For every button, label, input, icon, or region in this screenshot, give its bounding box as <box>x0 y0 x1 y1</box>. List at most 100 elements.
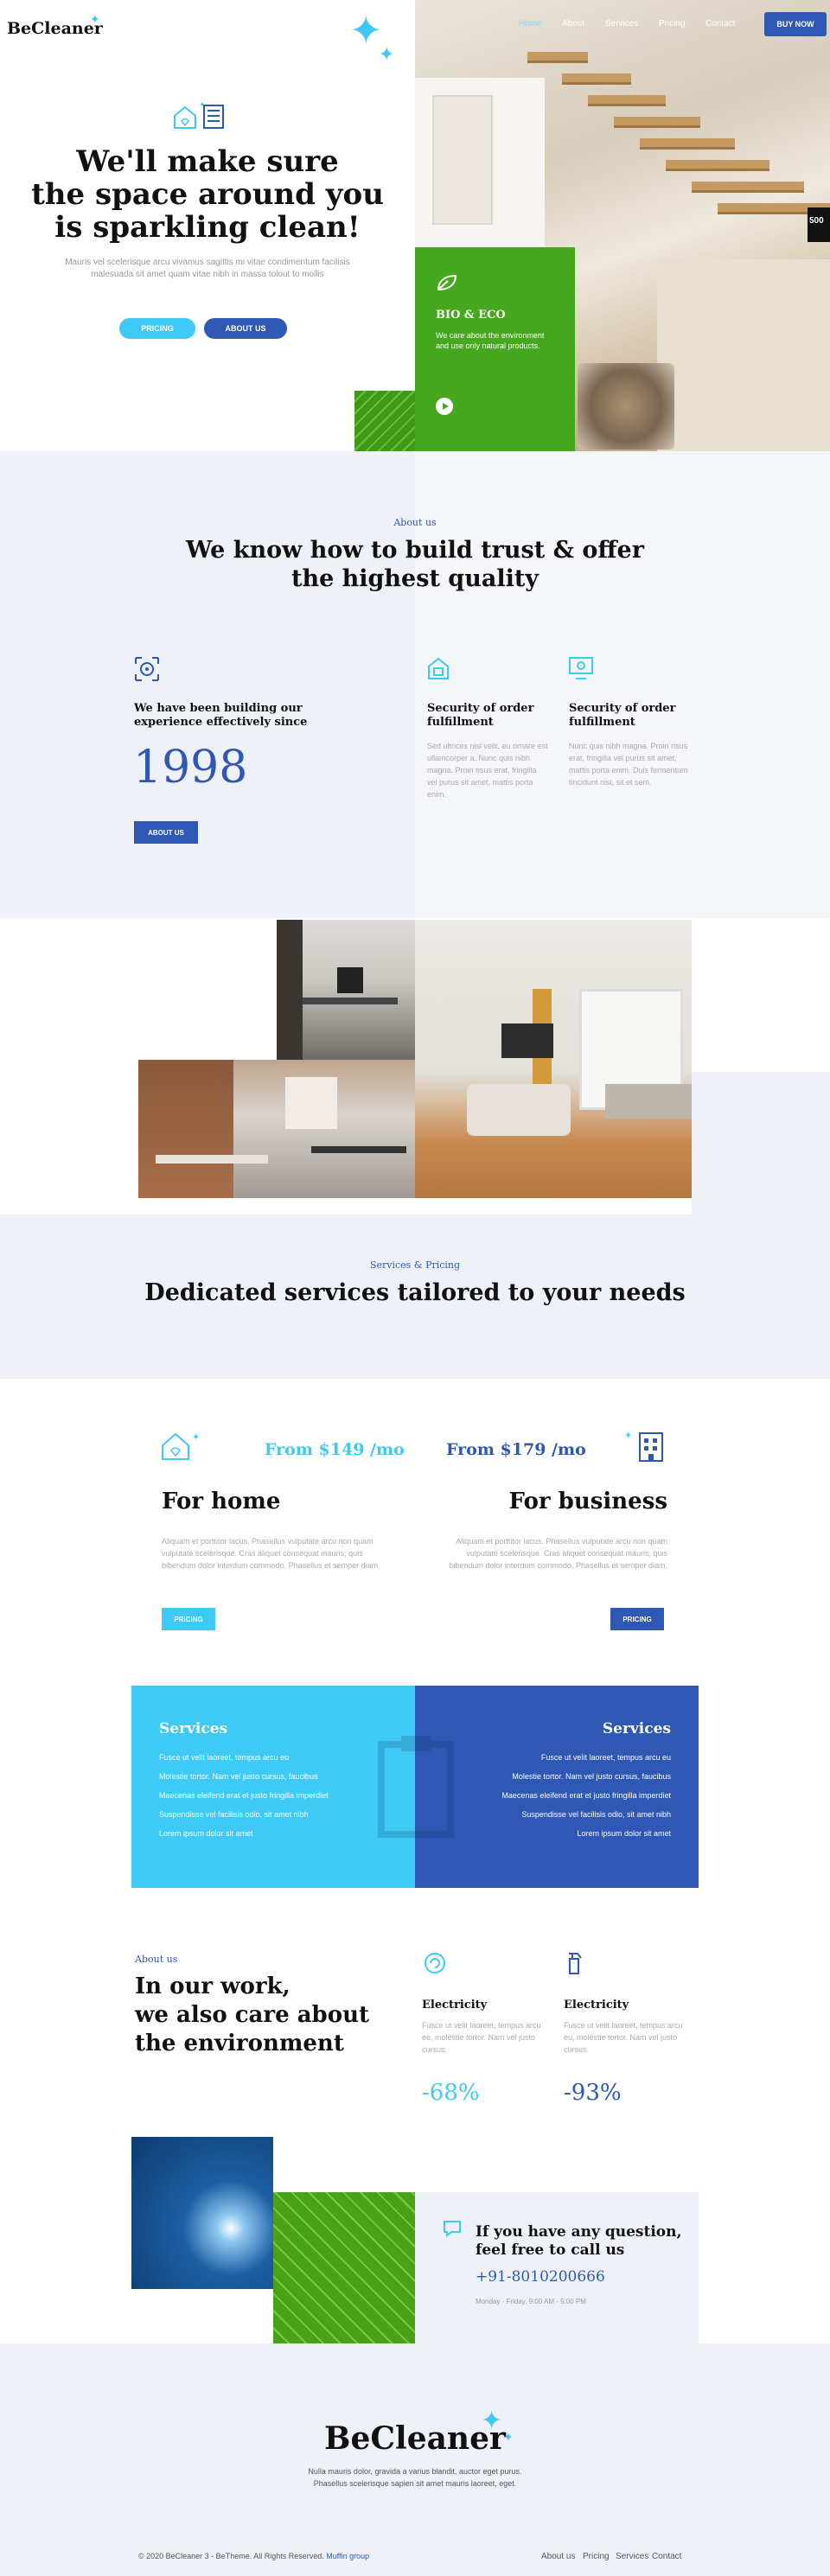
buy-now-button[interactable]: BUY NOW <box>764 12 827 36</box>
footer-text: Nulla mauris dolor, gravida a varius bla… <box>0 2465 830 2490</box>
home-text: Aliquam et porttitor lacus. Phasellus vu… <box>162 1537 380 1570</box>
about-us-button[interactable]: ABOUT US <box>134 821 198 844</box>
svg-text:✦: ✦ <box>192 1432 200 1443</box>
stat-text: Fusce ut velit laoreet, tempus arcu eu, … <box>422 2021 541 2054</box>
leaf-icon <box>436 273 554 296</box>
business-title: For business <box>508 1489 667 1514</box>
feature-text: Nunc quis nibh magna. Proin risus erat, … <box>569 742 688 787</box>
nav-services[interactable]: Services <box>605 19 638 29</box>
about-title-line: We know how to build trust & offer <box>186 537 644 564</box>
footer-text-line: Nulla mauris dolor, gravida a varius bla… <box>308 2467 522 2476</box>
services-box-business: Services Fusce ut velit laoreet, tempus … <box>415 1686 699 1888</box>
env-title-line: we also care about <box>135 2002 369 2028</box>
nav-home[interactable]: Home <box>519 19 542 29</box>
list-item: Molestie tortor. Nam vel justo cursus, f… <box>512 1772 671 1781</box>
about-us-button[interactable]: ABOUT US <box>204 318 287 339</box>
water-image <box>131 2137 273 2289</box>
card-text: We care about the environment and use on… <box>436 331 545 350</box>
hero-title-line: the space around you <box>31 177 384 212</box>
contact-title: If you have any question, feel free to c… <box>476 2223 681 2260</box>
svg-text:✦: ✦ <box>199 100 206 109</box>
copyright-text: © 2020 BeCleaner 3 - BeTheme. All Rights… <box>138 2552 324 2560</box>
list-item: Maecenas eleifend erat et justo fringill… <box>501 1791 671 1800</box>
feature-title: Security of order fulfillment <box>569 702 676 729</box>
home-pricing-button[interactable]: PRICING <box>162 1608 215 1630</box>
hero-title: We'll make sure the space around you is … <box>17 145 398 244</box>
list-item: Fusce ut velit laoreet, tempus arcu eu <box>159 1753 290 1762</box>
year-value: 1998 <box>133 742 248 794</box>
side-badge[interactable]: 500 <box>808 207 830 242</box>
leaf-image <box>354 391 415 451</box>
house-heart-icon: ✦ <box>161 1430 214 1467</box>
play-icon <box>442 403 449 410</box>
hero-subtitle: Mauris vel scelerisque arcu vivamus sagi… <box>65 258 350 279</box>
list-item: Fusce ut velit laoreet, tempus arcu eu <box>540 1753 671 1762</box>
target-icon <box>133 655 161 687</box>
play-button[interactable] <box>436 398 453 415</box>
env-title-line: In our work, <box>135 1973 290 1999</box>
recycle-icon <box>422 1950 448 1980</box>
decor-block <box>692 1072 830 1215</box>
services-list: Fusce ut velit laoreet, tempus arcu eu M… <box>159 1748 387 1843</box>
monitor-icon <box>567 655 595 685</box>
footer <box>0 2343 830 2576</box>
list-item: Suspendisse vel facilisis odio, sit amet… <box>159 1810 309 1819</box>
pricing-button[interactable]: PRICING <box>119 318 195 339</box>
services-title: Dedicated services tailored to your need… <box>144 1279 686 1306</box>
home-title: For home <box>162 1489 281 1514</box>
svg-text:✦: ✦ <box>624 1431 632 1441</box>
bio-eco-card: BIO & ECO We care about the environment … <box>415 247 575 451</box>
clipboard-icon <box>377 1734 455 1842</box>
lock-house-icon <box>425 655 451 685</box>
sparkle-icon: ✦ <box>349 8 383 53</box>
contact-phone[interactable]: +91-8010200666 <box>476 2268 605 2286</box>
list-item: Suspendisse vel facilisis odio, sit amet… <box>521 1810 671 1819</box>
footer-text-line: Phasellus scelerisque sapien sit amet ma… <box>313 2479 517 2488</box>
contact-hours: Monday - Friday, 9:00 AM - 5:00 PM <box>476 2298 586 2305</box>
credit-link[interactable]: Muffin group <box>326 2552 369 2560</box>
business-pricing-button[interactable]: PRICING <box>610 1608 664 1630</box>
feature-title: Security of order fulfillment <box>427 702 534 729</box>
about-title: We know how to build trust & offer the h… <box>0 536 830 593</box>
chat-icon <box>443 2220 462 2241</box>
stat-title: Electricity <box>422 1999 488 2012</box>
sparkle-icon: ✦ <box>481 2407 503 2435</box>
logo[interactable]: BeCleaner <box>7 19 103 38</box>
services-box-home: Services Fusce ut velit laoreet, tempus … <box>131 1686 415 1888</box>
leaf-image <box>273 2192 415 2343</box>
spray-bottle-icon <box>562 1950 588 1980</box>
list-item: Molestie tortor. Nam vel justo cursus, f… <box>159 1772 318 1781</box>
footer-link-about[interactable]: About us <box>541 2552 575 2561</box>
footer-logo[interactable]: BeCleaner <box>0 2420 830 2457</box>
footer-link-pricing[interactable]: Pricing <box>583 2552 610 2561</box>
list-item: Lorem ipsum dolor sit amet <box>159 1829 253 1838</box>
footer-link-services[interactable]: Services <box>616 2552 648 2561</box>
nav-about[interactable]: About <box>562 19 584 29</box>
contact-title-line: feel free to call us <box>476 2241 625 2259</box>
list-item: Maecenas eleifend erat et justo fringill… <box>159 1791 329 1800</box>
stat-text: Fusce ut velit laoreet, tempus arcu eu, … <box>564 2021 683 2054</box>
services-kicker: Services & Pricing <box>369 1259 461 1271</box>
nav-pricing[interactable]: Pricing <box>659 19 686 29</box>
stat-title: Electricity <box>564 1999 629 2012</box>
hero-title-line: We'll make sure <box>76 144 339 179</box>
workspace-photo <box>138 1060 415 1198</box>
house-building-icon: ✦ <box>173 100 232 136</box>
home-price: From $149 /mo <box>265 1440 405 1459</box>
business-price: From $179 /mo <box>446 1440 586 1459</box>
env-title-line: the environment <box>135 2031 344 2056</box>
footer-link-contact[interactable]: Contact <box>652 2552 681 2561</box>
experience-title: We have been building our experience eff… <box>134 702 308 729</box>
about-title-line: the highest quality <box>290 565 539 592</box>
services-list: Fusce ut velit laoreet, tempus arcu eu M… <box>443 1748 671 1843</box>
env-kicker: About us <box>135 1954 178 1965</box>
about-kicker: About us <box>393 517 437 528</box>
sparkle-icon: ✦ <box>503 2430 514 2444</box>
rug-image <box>578 363 674 450</box>
business-text: Aliquam et porttitor lacus. Phasellus vu… <box>449 1537 667 1570</box>
card-title: BIO & ECO <box>436 309 506 322</box>
stat-value: -68% <box>422 2080 480 2106</box>
sparkle-icon: ✦ <box>379 43 395 65</box>
env-title: In our work, we also care about the envi… <box>135 1973 369 2058</box>
nav-contact[interactable]: Contact <box>706 19 735 29</box>
